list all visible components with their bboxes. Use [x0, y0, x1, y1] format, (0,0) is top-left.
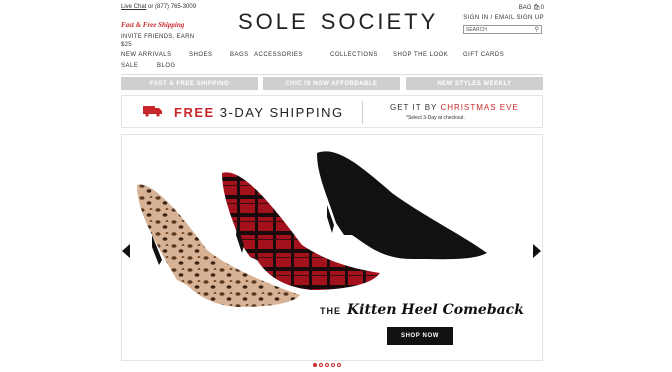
nav-shoes[interactable]: SHOES: [189, 52, 230, 58]
bar-chic-affordable[interactable]: CHIC IS NOW AFFORDABLE: [263, 77, 400, 90]
bag-label: BAG: [518, 5, 532, 11]
carousel-dot[interactable]: [331, 363, 335, 367]
free-rest: 3-DAY SHIPPING: [214, 105, 344, 120]
site-logo[interactable]: SOLE SOCIETY: [238, 7, 438, 37]
checkout-note: *Select 3-Day at checkout.: [406, 115, 465, 121]
truck-icon: [143, 106, 162, 117]
carousel-dot[interactable]: [337, 363, 341, 367]
bag-icon: 🛍: [533, 5, 541, 11]
carousel-next-arrow[interactable]: [533, 244, 541, 258]
main-nav: NEW ARRIVALS SHOES BAGS ACCESSORIES COLL…: [121, 52, 543, 74]
carousel-dot[interactable]: [313, 363, 317, 367]
carousel-prev-arrow[interactable]: [122, 244, 130, 258]
search-input[interactable]: SEARCH ⚲: [463, 25, 542, 34]
hero-headline: THE Kitten Heel Comeback: [320, 302, 524, 318]
account-links: SIGN IN / EMAIL SIGN UP: [463, 15, 544, 21]
bag-count: 0: [540, 5, 544, 11]
nav-new-arrivals[interactable]: NEW ARRIVALS: [121, 52, 189, 58]
free-word: FREE: [174, 105, 215, 120]
logo-slash: [309, 7, 320, 37]
carousel-dots: [313, 363, 341, 367]
phone-number: or (877) 765-3009: [146, 4, 197, 10]
nav-blog[interactable]: BLOG: [157, 63, 176, 69]
hero-carousel[interactable]: [121, 134, 543, 361]
carousel-dot[interactable]: [325, 363, 329, 367]
email-signup-link[interactable]: EMAIL SIGN UP: [495, 15, 544, 21]
shop-now-button[interactable]: SHOP NOW: [387, 327, 453, 345]
nav-collections[interactable]: COLLECTIONS: [330, 52, 393, 58]
invite-link[interactable]: INVITE FRIENDS, EARN $25: [121, 33, 201, 49]
nav-bags[interactable]: BAGS: [230, 52, 254, 58]
free-shipping-text: FREE 3-DAY SHIPPING: [174, 105, 344, 120]
black-shoe: [317, 151, 487, 260]
nav-divider: [121, 74, 543, 75]
account-separator: /: [490, 15, 493, 21]
banner-divider: [362, 101, 363, 124]
hero-the: THE: [320, 305, 341, 316]
bar-new-styles[interactable]: NEW STYLES WEEKLY: [406, 77, 543, 90]
nav-shop-the-look[interactable]: SHOP THE LOOK: [393, 52, 463, 58]
search-placeholder: SEARCH: [466, 26, 487, 33]
bag-link[interactable]: BAG 🛍0: [519, 4, 544, 11]
nav-accessories[interactable]: ACCESSORIES: [254, 52, 330, 58]
carousel-dot[interactable]: [319, 363, 323, 367]
nav-sale[interactable]: SALE: [121, 63, 157, 69]
shipping-banner[interactable]: FREE 3-DAY SHIPPING GET IT BY CHRISTMAS …: [121, 95, 543, 128]
christmas-eve: CHRISTMAS EVE: [440, 103, 519, 112]
bar-fast-shipping[interactable]: FAST & FREE SHIPPING: [121, 77, 258, 90]
hero-image: [137, 151, 487, 307]
get-it-by: GET IT BY CHRISTMAS EVE: [390, 103, 519, 112]
hero-title: Kitten Heel Comeback: [347, 302, 524, 318]
sign-in-link[interactable]: SIGN IN: [463, 15, 488, 21]
search-icon[interactable]: ⚲: [535, 26, 539, 33]
nav-gift-cards[interactable]: GIFT CARDS: [463, 52, 504, 58]
get-it-label: GET IT BY: [390, 103, 441, 112]
logo-right: SOCIETY: [320, 9, 439, 34]
live-chat-link[interactable]: Live Chat: [121, 4, 146, 10]
logo-left: SOLE: [238, 9, 309, 34]
promo-text: Fast & Free Shipping: [121, 21, 185, 29]
contact-line: Live Chat or (877) 765-3009: [121, 4, 196, 10]
